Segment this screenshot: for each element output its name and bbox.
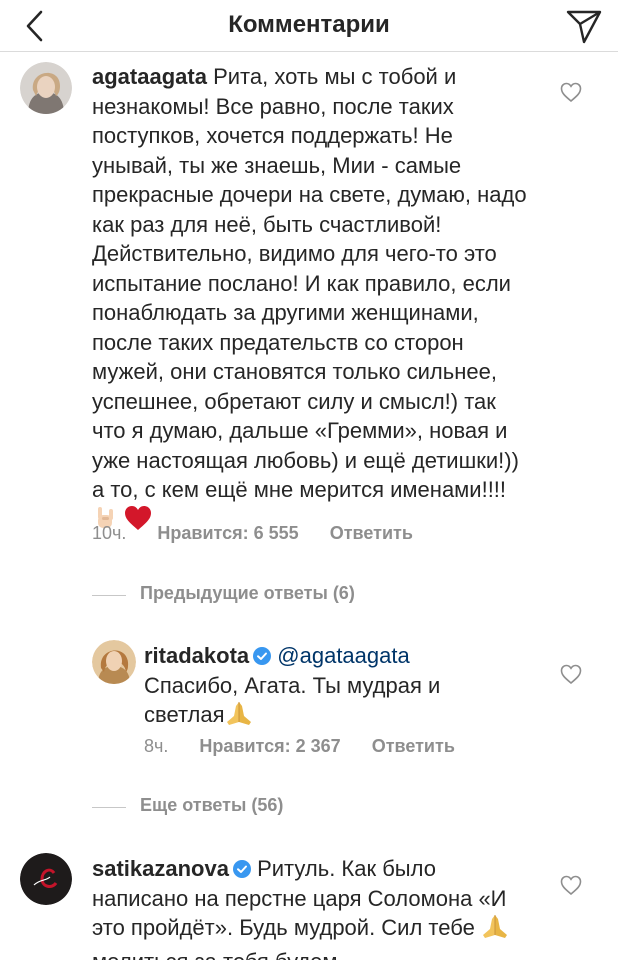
likes-count[interactable]: Нравится: 6 555 — [157, 523, 298, 543]
reply-meta: 8ч. Нравится: 2 367 Ответить — [144, 736, 481, 757]
divider — [92, 807, 126, 808]
heart-icon[interactable] — [559, 873, 583, 897]
avatar[interactable] — [20, 62, 72, 114]
reply-button[interactable]: Ответить — [372, 736, 455, 756]
folded-hands-emoji — [481, 913, 509, 947]
reply-body: Спасибо, Агата. Ты мудрая и светлая — [144, 672, 441, 728]
heart-icon[interactable] — [559, 80, 583, 104]
heart-icon[interactable] — [559, 662, 583, 686]
reply-button[interactable]: Ответить — [330, 523, 413, 543]
previous-replies-label[interactable]: Предыдущие ответы (6) — [140, 583, 355, 604]
verified-icon — [232, 860, 251, 878]
more-replies-label[interactable]: Еще ответы (56) — [140, 795, 283, 816]
avatar[interactable] — [20, 853, 72, 905]
comment-body-end: молиться за тебя будем. — [92, 949, 344, 960]
comment-username[interactable]: ritadakota — [144, 643, 249, 668]
folded-hands-emoji — [225, 700, 253, 734]
send-icon[interactable] — [564, 6, 604, 46]
comment-meta: 10ч. Нравится: 6 555 Ответить — [92, 523, 439, 544]
comment-time: 10ч. — [92, 523, 127, 543]
comment-body: Рита, хоть мы с тобой и незнакомы! Все р… — [92, 64, 527, 502]
mention-link[interactable]: @agataagata — [277, 643, 409, 668]
likes-count[interactable]: Нравится: 2 367 — [199, 736, 340, 756]
comment-username[interactable]: satikazanova — [92, 856, 229, 881]
comment-time: 8ч. — [144, 736, 169, 756]
page-title: Комментарии — [228, 11, 390, 38]
divider — [92, 595, 126, 596]
reply-text: ritadakota @agataagata Спасибо, Агата. Т… — [144, 641, 444, 734]
top-bar: Комментарии — [0, 0, 618, 52]
avatar[interactable] — [92, 640, 136, 684]
comment-username[interactable]: agataagata — [92, 64, 207, 89]
comment-text: agataagata Рита, хоть мы с тобой и незна… — [92, 62, 532, 538]
verified-icon — [253, 647, 272, 665]
comment-text: satikazanova Ритуль. Как было написано н… — [92, 854, 532, 960]
